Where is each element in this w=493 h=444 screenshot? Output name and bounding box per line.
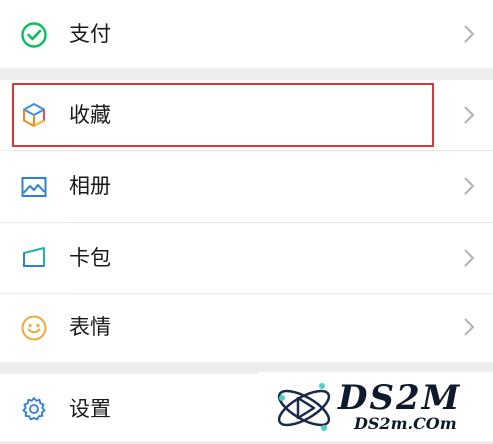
menu-item-stickers[interactable]: 表情 xyxy=(0,294,493,362)
watermark: DS2M DS2m.COm xyxy=(258,372,493,441)
menu-item-pay[interactable]: 支付 xyxy=(0,0,493,68)
chevron-right-icon xyxy=(463,24,475,44)
menu-item-label: 支付 xyxy=(69,22,111,46)
menu-item-label: 表情 xyxy=(69,315,111,339)
menu-item-favorites[interactable]: 收藏 xyxy=(0,80,493,150)
chevron-right-icon xyxy=(463,248,475,268)
watermark-logo-icon xyxy=(272,376,336,440)
menu-item-label: 收藏 xyxy=(69,103,111,127)
wechat-pay-icon xyxy=(20,21,48,49)
smile-icon xyxy=(20,314,48,342)
card-icon xyxy=(20,244,48,272)
menu-item-album[interactable]: 相册 xyxy=(0,151,493,222)
cube-icon xyxy=(20,101,48,129)
gear-icon xyxy=(20,395,48,423)
watermark-url: DS2m.COm xyxy=(354,414,457,433)
menu-item-label: 设置 xyxy=(69,397,111,421)
menu-item-cards[interactable]: 卡包 xyxy=(0,223,493,293)
menu-item-label: 相册 xyxy=(69,174,111,198)
chevron-right-icon xyxy=(463,317,475,337)
image-icon xyxy=(20,173,48,201)
chevron-right-icon xyxy=(463,176,475,196)
chevron-right-icon xyxy=(463,105,475,125)
menu-item-label: 卡包 xyxy=(69,246,111,270)
watermark-brand: DS2M xyxy=(338,378,462,418)
